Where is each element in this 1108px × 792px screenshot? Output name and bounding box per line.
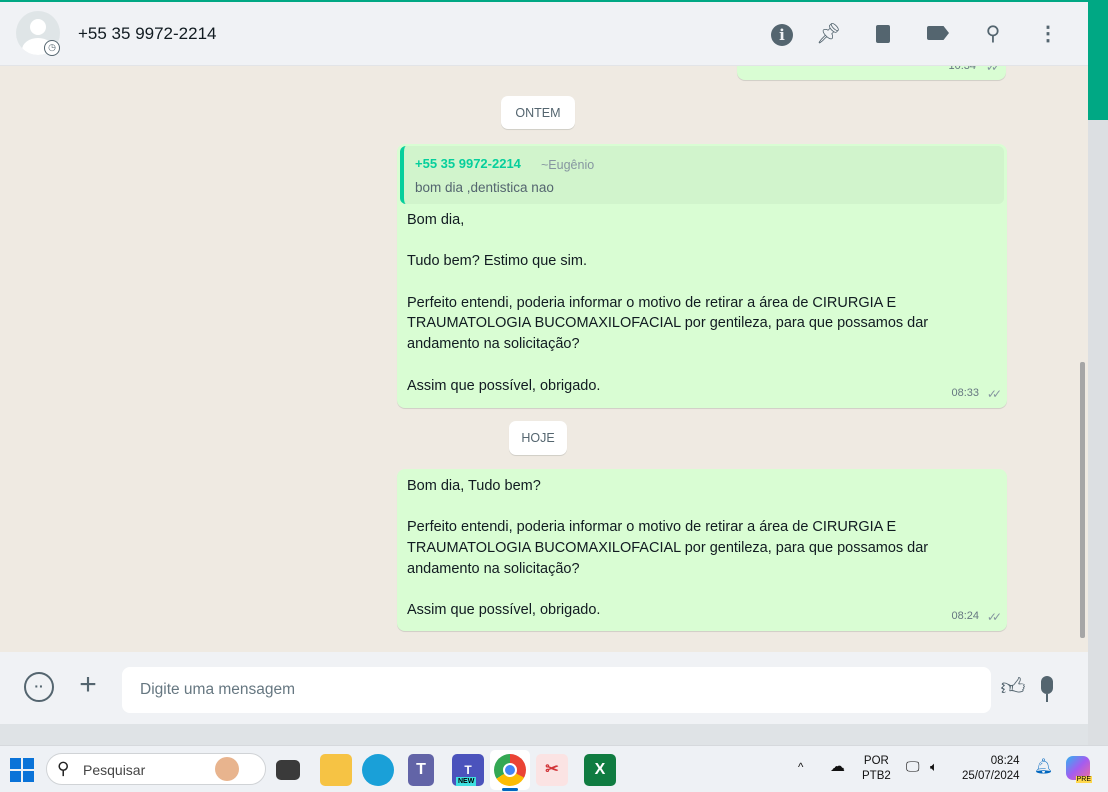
date-divider: HOJE [509,421,567,455]
message-bubble-partial[interactable]: 10:34 ✓✓ [737,66,1006,80]
task-view-icon[interactable] [276,760,300,780]
volume-icon[interactable]: 🔈︎ [930,759,938,774]
message-line: Bom dia, [407,212,465,228]
search-placeholder: Pesquisar [83,762,146,778]
search-icon: ⚲ [57,759,70,778]
search-icon[interactable]: ⚲ [981,22,1005,46]
time: 08:24 [990,755,1020,767]
menu-icon[interactable]: ⋮ [1036,22,1060,46]
message-line: Perfeito entendi, poderia informar o mot… [407,519,897,536]
show-hidden-icons[interactable]: ^ [798,761,803,776]
message-input[interactable]: Digite uma mensagem [122,667,991,713]
file-explorer-icon[interactable] [320,754,352,786]
message-line: Assim que possível, obrigado. [407,602,601,619]
keyboard-layout: PTB2 [862,770,891,782]
message-text: Bom dia, Tudo bem? Perfeito entendi, pod… [407,476,997,621]
new-badge: NEW [456,777,477,786]
quote-name: ~Eugênio [541,158,595,172]
copilot-icon[interactable]: PRE [1066,756,1092,783]
message-time: 08:33 [951,387,979,400]
windows-start-icon[interactable] [10,758,34,782]
clock[interactable]: 08:24 25/07/2024 [962,754,1020,784]
label-icon[interactable] [926,22,950,46]
notification-bell-icon[interactable]: 🔔︎ [1034,759,1053,774]
message-line: Bom dia, Tudo bem? [407,478,541,494]
message-line: Perfeito entendi, poderia informar o mot… [407,294,897,311]
date-divider: ONTEM [501,96,575,129]
microphone-icon[interactable] [1041,676,1053,694]
excel-icon[interactable]: X [584,754,616,786]
microphone-stand [1046,694,1048,702]
quote-author: +55 35 9972-2214 [415,156,521,171]
message-text: Bom dia, Tudo bem? Estimo que sim. Perfe… [407,210,997,396]
teams-new-icon[interactable]: NEW T [452,754,484,786]
quoted-message[interactable]: +55 35 9972-2214 ~Eugênio bom dia ,denti… [400,146,1004,204]
message-list: 10:34 ✓✓ ONTEM +55 35 9972-2214 ~Eugênio… [0,66,1088,652]
search-highlight-image [215,757,239,781]
message-time: 10:34 [948,66,976,73]
message-line: andamento na solicitação? [407,336,580,353]
pre-badge: PRE [1075,776,1092,783]
taskbar: ⚲ Pesquisar T NEW T ✂ X ^ ☁ POR PTB2 🖵︎ 🔈︎… [0,745,1108,792]
active-indicator [502,788,518,791]
snipping-tool-icon[interactable]: ✂ [536,754,568,786]
read-ticks-icon: ✓✓ [986,387,1002,402]
taskbar-search[interactable]: ⚲ Pesquisar [46,753,266,785]
message-bubble[interactable]: Bom dia, Tudo bem? Perfeito entendi, pod… [397,469,1007,631]
contact-name[interactable]: +55 35 9972-2214 [78,24,217,44]
info-icon[interactable]: i [770,22,794,46]
network-icon[interactable]: 🖵︎ [906,759,920,774]
teams-icon[interactable]: T [408,754,434,786]
message-time: 08:24 [951,610,979,623]
scrollbar-thumb[interactable] [1080,362,1085,638]
language-indicator[interactable]: POR PTB2 [862,754,891,784]
status-clock-icon: ◷ [44,40,60,56]
message-line: andamento na solicitação? [407,560,580,577]
background-strip [1088,0,1108,120]
read-ticks-icon: ✓✓ [986,610,1002,625]
date: 25/07/2024 [962,770,1020,782]
chrome-icon[interactable] [494,754,526,786]
message-line: TRAUMATOLOGIA BUCOMAXILOFACIAL por genti… [407,540,929,557]
message-line: TRAUMATOLOGIA BUCOMAXILOFACIAL por genti… [407,315,929,332]
attach-plus-icon[interactable]: + [74,668,102,702]
pin-icon[interactable]: 📌︎ [816,22,841,46]
quote-text: bom dia ,dentistica nao [415,180,554,195]
read-ticks-icon: ✓✓ [985,66,1001,75]
language: POR [863,755,889,767]
emoji-icon[interactable]: ·· [24,672,54,702]
delete-icon[interactable] [871,22,895,46]
chat-header: ◷ +55 35 9972-2214 i 📌︎ ⚲ ⋮ [0,2,1088,66]
thumbs-up-icon[interactable]: 👍︎ [998,674,1028,702]
message-line: Assim que possível, obrigado. [407,377,601,394]
message-bubble[interactable]: +55 35 9972-2214 ~Eugênio bom dia ,denti… [397,144,1007,408]
background-strip [1088,120,1108,745]
onedrive-offline-icon[interactable]: ☁ [830,759,845,774]
edge-icon[interactable] [362,754,394,786]
message-line: Tudo bem? Estimo que sim. [407,253,587,270]
composer: ·· + Digite uma mensagem 👍︎ [0,652,1088,724]
